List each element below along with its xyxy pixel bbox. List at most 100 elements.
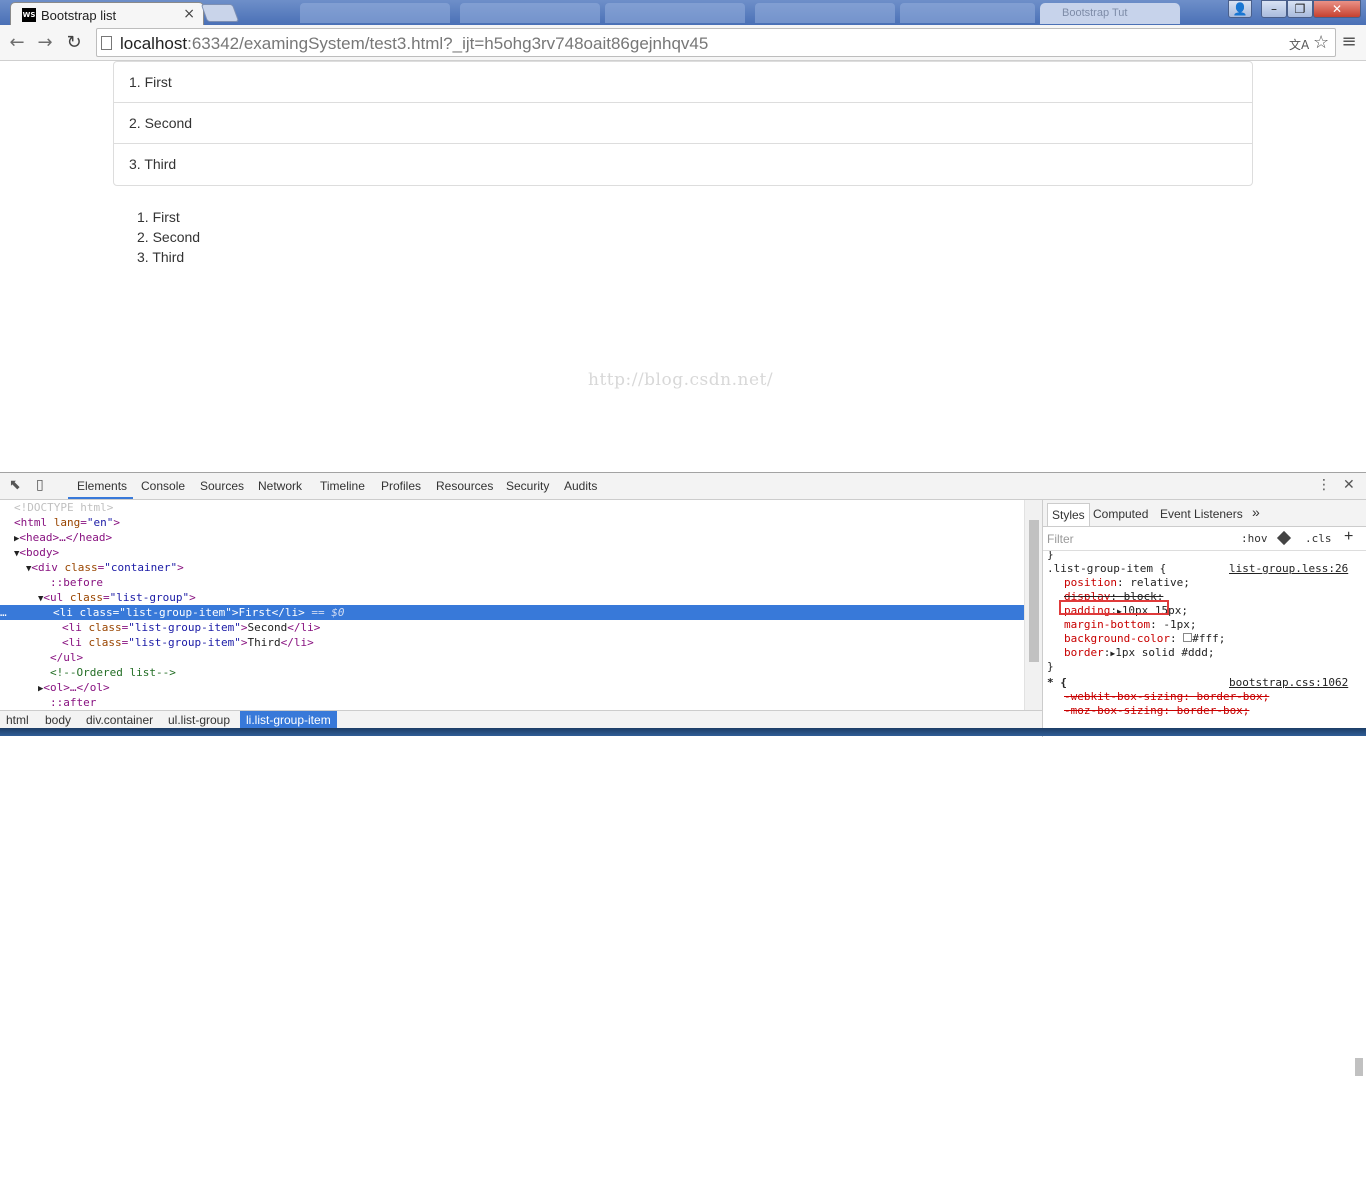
background-tab[interactable]: Bootstrap Tut <box>1040 3 1180 24</box>
background-tab[interactable] <box>300 3 450 23</box>
more-options-icon[interactable]: ⋮ <box>1317 477 1331 493</box>
user-icon[interactable]: 👤 <box>1228 0 1252 18</box>
dom-node-after[interactable]: ::after <box>50 695 1024 710</box>
list-group: 1. First 2. Second 3. Third <box>113 61 1253 186</box>
tab-close-icon[interactable]: × <box>183 6 195 22</box>
maximize-button[interactable]: ❐ <box>1287 0 1313 18</box>
browser-toolbar: ← → ↻ localhost:63342/examingSystem/test… <box>0 25 1366 61</box>
tab-sources[interactable]: Sources <box>200 479 244 493</box>
breadcrumb: html body div.container ul.list-group li… <box>0 710 1042 730</box>
dom-node-doctype[interactable]: <!DOCTYPE html> <box>14 500 1024 515</box>
background-tab[interactable] <box>460 3 600 23</box>
list-item: 3. Third <box>137 249 185 265</box>
background-tab[interactable] <box>755 3 895 23</box>
dom-node-html[interactable]: <html lang="en"> <box>14 515 1024 530</box>
style-property[interactable]: position: relative; <box>1064 576 1190 590</box>
styles-filter: Filter :hov .cls + <box>1043 527 1366 551</box>
color-format-icon[interactable] <box>1276 530 1292 546</box>
tab-profiles[interactable]: Profiles <box>381 479 421 493</box>
background-tab-title: Bootstrap Tut <box>1062 7 1128 19</box>
rule-close: } <box>1047 660 1054 673</box>
list-item: 2. Second <box>137 229 201 245</box>
dom-node-body[interactable]: ▼<body> <box>14 545 1024 560</box>
styles-scrollbar[interactable] <box>1352 1036 1364 1186</box>
elements-tree: <!DOCTYPE html> <html lang="en"> ▶<head>… <box>0 500 1024 710</box>
dom-node-ol[interactable]: ▶<ol>…</ol> <box>38 680 1024 695</box>
tab-computed[interactable]: Computed <box>1093 507 1148 521</box>
device-mode-icon[interactable]: ▯ <box>36 477 44 493</box>
chrome-menu-icon[interactable]: ≡ <box>1340 31 1358 53</box>
tab-audits[interactable]: Audits <box>564 479 597 493</box>
style-rules: } .list-group-item { list-group.less:26 … <box>1047 551 1349 718</box>
filter-input[interactable]: Filter <box>1047 532 1074 546</box>
dom-node-li[interactable]: <li class="list-group-item">Second</li> <box>62 620 1024 635</box>
sidebar-tabs: Styles Computed Event Listeners » <box>1043 500 1366 527</box>
address-bar[interactable]: localhost:63342/examingSystem/test3.html… <box>96 28 1336 57</box>
new-tab-button[interactable] <box>200 4 240 22</box>
dom-node-head[interactable]: ▶<head>…</head> <box>14 530 1024 545</box>
scrollbar-thumb[interactable] <box>1029 520 1039 662</box>
rule-source-link[interactable]: list-group.less:26 <box>1229 562 1348 576</box>
devtools-panel: ⬉ ▯ Elements Console Sources Network Tim… <box>0 472 1366 1076</box>
rule-selector: * { <box>1047 676 1067 689</box>
os-taskbar <box>0 728 1366 736</box>
list-group-item: 3. Third <box>129 156 177 172</box>
dom-node-li-selected[interactable]: … <li class="list-group-item">First</li>… <box>0 605 1024 620</box>
browser-tab-active[interactable]: WS Bootstrap list × <box>10 2 204 25</box>
list-item: 1. First <box>137 209 180 225</box>
style-property[interactable]: background-color: #fff; <box>1064 632 1225 646</box>
devtools-toolbar: ⬉ ▯ Elements Console Sources Network Tim… <box>0 473 1366 500</box>
rule-source-link[interactable]: bootstrap.css:1062 <box>1229 676 1348 690</box>
dom-node-ul[interactable]: ▼<ul class="list-group"> <box>38 590 1024 605</box>
style-property-overridden[interactable]: -moz-box-sizing: border-box; <box>1064 704 1249 718</box>
tab-network[interactable]: Network <box>258 479 302 493</box>
style-property-overridden[interactable]: -webkit-box-sizing: border-box; <box>1064 690 1269 704</box>
add-rule-icon[interactable]: + <box>1344 528 1353 546</box>
devtools-close-icon[interactable]: ✕ <box>1343 477 1355 493</box>
cls-toggle[interactable]: .cls <box>1305 532 1332 545</box>
tab-elements[interactable]: Elements <box>77 479 127 493</box>
list-group-item: 1. First <box>114 62 1252 103</box>
elements-scrollbar[interactable] <box>1024 500 1042 710</box>
forward-arrow-icon[interactable]: → <box>33 31 57 55</box>
browser-tab-strip: WS Bootstrap list × Bootstrap Tut 👤 – ❐ … <box>0 0 1366 25</box>
watermark: http://blog.csdn.net/ <box>588 370 774 390</box>
tab-styles[interactable]: Styles <box>1047 503 1090 526</box>
dots-icon: … <box>0 606 7 619</box>
translate-icon[interactable]: 文A <box>1289 36 1309 53</box>
styles-sidebar: Styles Computed Event Listeners » Filter… <box>1042 500 1366 737</box>
more-tabs-icon[interactable]: » <box>1252 504 1260 520</box>
rule-selector: .list-group-item { <box>1047 562 1167 575</box>
background-tab[interactable] <box>605 3 745 23</box>
url-host: localhost <box>120 34 188 53</box>
dom-node-comment[interactable]: <!--Ordered list--> <box>50 665 1024 680</box>
scrollbar-thumb[interactable] <box>1355 1058 1363 1076</box>
dom-node-li[interactable]: <li class="list-group-item">Third</li> <box>62 635 1024 650</box>
inspect-element-icon[interactable]: ⬉ <box>9 477 21 493</box>
url-path: :63342/examingSystem/test3.html?_ijt=h5o… <box>187 34 709 53</box>
webstorm-favicon-icon: WS <box>22 8 36 22</box>
dom-node-before[interactable]: ::before <box>50 575 1024 590</box>
back-arrow-icon[interactable]: ← <box>5 31 29 55</box>
page-viewport: 1. First 2. Second 3. Third 1. First 2. … <box>0 61 1366 472</box>
window-close-button[interactable]: ✕ <box>1313 0 1361 18</box>
hov-toggle[interactable]: :hov <box>1241 532 1268 545</box>
tab-console[interactable]: Console <box>141 479 185 493</box>
highlight-box <box>1059 600 1169 615</box>
tab-timeline[interactable]: Timeline <box>320 479 365 493</box>
background-tab[interactable] <box>900 3 1035 23</box>
tab-security[interactable]: Security <box>506 479 549 493</box>
url-text[interactable]: localhost:63342/examingSystem/test3.html… <box>120 34 708 54</box>
reload-icon[interactable]: ↻ <box>62 31 86 55</box>
style-property[interactable]: margin-bottom: -1px; <box>1064 618 1196 632</box>
style-property[interactable]: border:▶1px solid #ddd; <box>1064 646 1215 661</box>
ordered-list: 1. First 2. Second 3. Third <box>137 207 200 267</box>
dom-node-ul-close[interactable]: </ul> <box>50 650 1024 665</box>
dom-node-div-container[interactable]: ▼<div class="container"> <box>26 560 1024 575</box>
tab-event-listeners[interactable]: Event Listeners <box>1160 507 1243 521</box>
tab-resources[interactable]: Resources <box>436 479 493 493</box>
bookmark-star-icon[interactable]: ☆ <box>1313 32 1329 53</box>
active-tab-indicator <box>68 497 133 499</box>
minimize-button[interactable]: – <box>1261 0 1287 18</box>
list-group-item: 2. Second <box>114 103 1252 144</box>
